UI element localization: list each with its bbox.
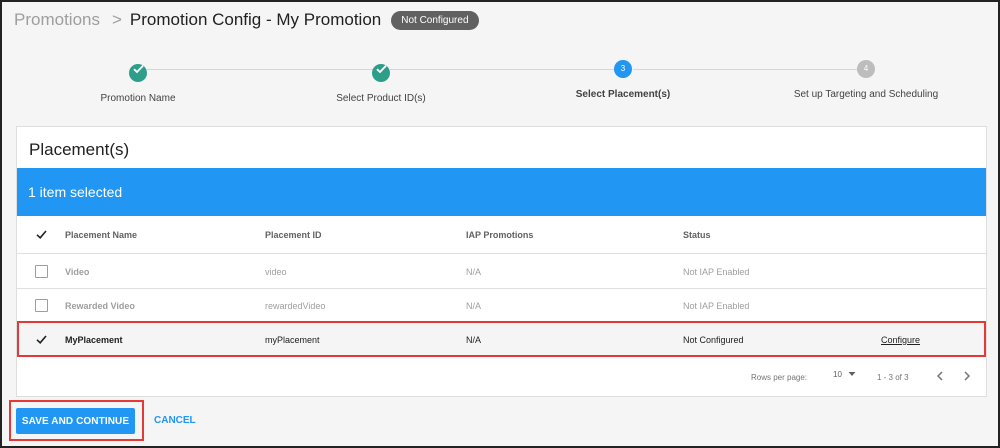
previous-page-button[interactable] (933, 369, 947, 383)
table-row-selected[interactable]: MyPlacement myPlacement N/A Not Configur… (17, 323, 986, 357)
step-number-3: 3 (614, 60, 632, 78)
step-number-4: 4 (857, 60, 875, 78)
page-header: Promotions > Promotion Config - My Promo… (14, 8, 479, 32)
column-header-status[interactable]: Status (683, 230, 711, 240)
chevron-right-icon (964, 371, 971, 381)
step-select-product-ids: Select Product ID(s) (261, 60, 501, 104)
step-promotion-name: Promotion Name (18, 60, 258, 104)
page-title: Promotion Config - My Promotion (129, 10, 382, 29)
step-targeting-scheduling: 4 Set up Targeting and Scheduling (746, 60, 986, 100)
step-label: Set up Targeting and Scheduling (793, 89, 939, 100)
placements-card: Placement(s) 1 item selected Placement N… (16, 126, 987, 397)
table-row: Video video N/A Not IAP Enabled (17, 255, 986, 289)
page-range: 1 - 3 of 3 (877, 373, 909, 382)
progress-stepper: Promotion Name Select Product ID(s) 3 Se… (14, 60, 986, 110)
step-select-placements: 3 Select Placement(s) (503, 60, 743, 100)
save-and-continue-button[interactable]: SAVE AND CONTINUE (16, 408, 135, 434)
breadcrumb-promotions-link[interactable]: Promotions (14, 10, 100, 30)
step-label: Select Product ID(s) (336, 93, 426, 104)
check-icon (36, 230, 47, 239)
chevron-left-icon (936, 371, 943, 381)
step-label: Select Placement(s) (575, 89, 671, 100)
row-checkbox[interactable] (35, 265, 48, 278)
column-header-placement-id[interactable]: Placement ID (265, 230, 322, 240)
placement-name: Rewarded Video (65, 301, 135, 311)
table-row: Rewarded Video rewardedVideo N/A Not IAP… (17, 289, 986, 323)
rows-per-page-value: 10 (833, 370, 842, 379)
placement-id: rewardedVideo (265, 301, 326, 311)
column-header-iap-promotions[interactable]: IAP Promotions (466, 230, 533, 240)
next-page-button[interactable] (960, 369, 974, 383)
pagination: Rows per page: 10 1 - 3 of 3 (17, 367, 986, 387)
placement-id: video (265, 267, 287, 277)
rows-per-page-label: Rows per page: (751, 373, 808, 382)
iap-promotions: N/A (466, 301, 482, 311)
placement-id: myPlacement (265, 335, 320, 345)
step-label: Promotion Name (100, 93, 176, 104)
step-complete-check-icon (129, 64, 147, 82)
breadcrumb-separator: > (111, 10, 122, 29)
select-all-checkbox[interactable] (35, 228, 48, 246)
card-title: Placement(s) (29, 140, 130, 159)
table-header: Placement Name Placement ID IAP Promotio… (17, 216, 986, 254)
check-icon (36, 335, 47, 344)
caret-down-icon (848, 372, 856, 376)
rows-per-page-select[interactable]: 10 (833, 370, 856, 379)
placement-status: Not Configured (683, 335, 744, 345)
step-complete-check-icon (372, 64, 390, 82)
placement-status: Not IAP Enabled (683, 301, 750, 311)
selection-bar: 1 item selected (17, 168, 986, 216)
placement-status: Not IAP Enabled (683, 267, 750, 277)
status-badge: Not Configured (391, 10, 479, 30)
row-checkbox-checked[interactable] (35, 333, 48, 351)
configure-link[interactable]: Configure (881, 335, 920, 345)
iap-promotions: N/A (466, 267, 482, 277)
row-checkbox[interactable] (35, 299, 48, 312)
cancel-button[interactable]: CANCEL (146, 408, 204, 434)
column-header-placement-name[interactable]: Placement Name (65, 230, 137, 240)
iap-promotions: N/A (466, 335, 482, 345)
placement-name: Video (65, 267, 90, 277)
placement-name: MyPlacement (65, 335, 123, 345)
